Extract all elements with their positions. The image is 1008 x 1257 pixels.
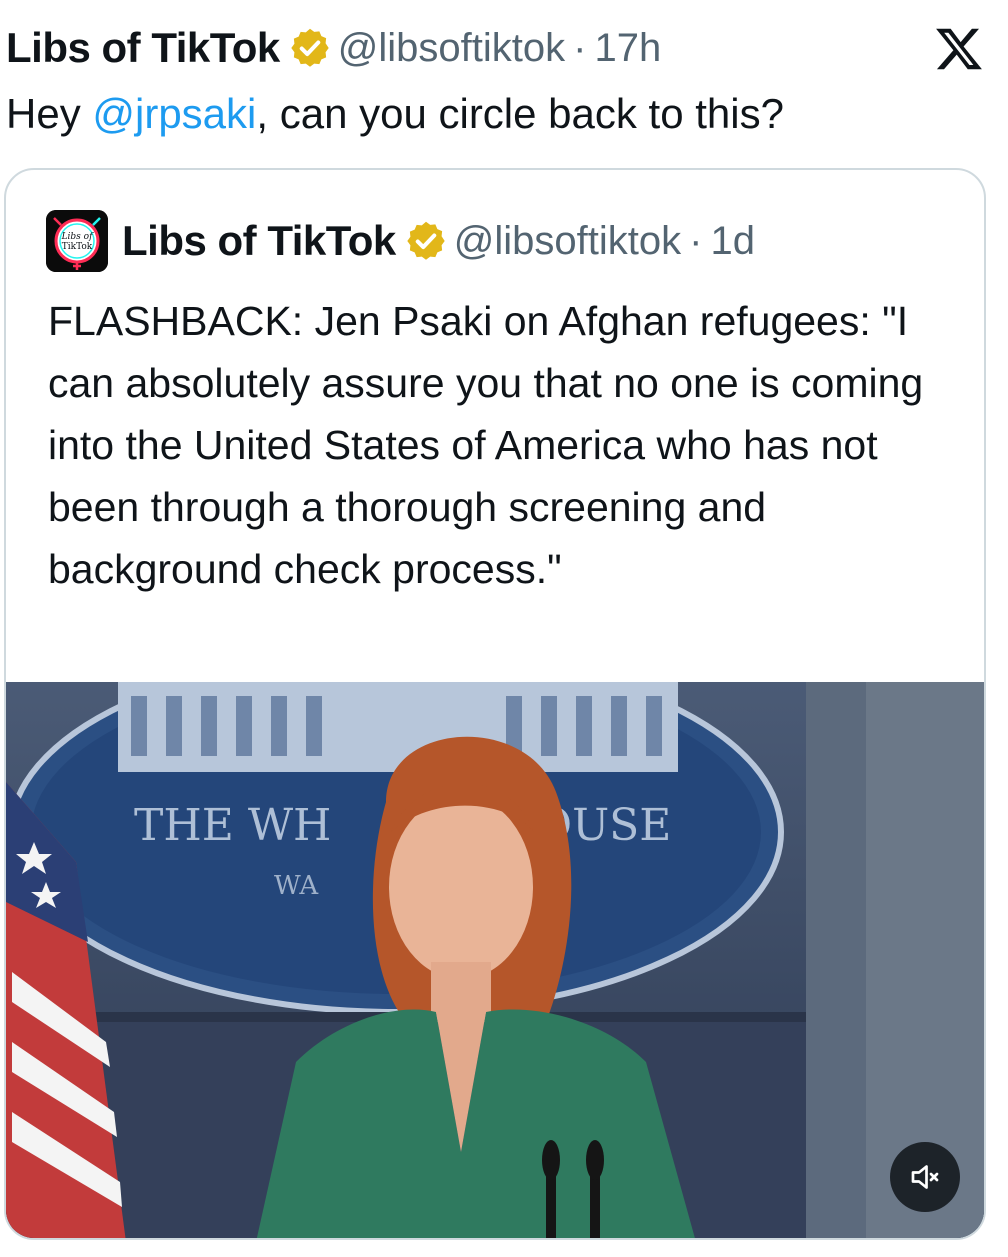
tweet-text-prefix: Hey: [6, 90, 93, 137]
tweet-text-suffix: , can you circle back to this?: [256, 90, 784, 137]
author-handle[interactable]: @libsoftiktok: [338, 26, 565, 71]
x-logo-icon[interactable]: [934, 24, 984, 74]
video-frame: THE WH OUSE WA: [6, 682, 984, 1238]
quoted-tweet-timestamp[interactable]: 1d: [710, 219, 755, 264]
mention-link[interactable]: @jrpsaki: [92, 90, 256, 137]
tweet-timestamp[interactable]: 17h: [594, 26, 661, 71]
meta-separator: ·: [689, 218, 703, 263]
meta-separator: ·: [573, 25, 587, 70]
quoted-tweet-card[interactable]: Libs of TikTok Libs of TikTok @libsoftik…: [4, 168, 986, 1240]
tweet-meta: @libsoftiktok · 17h: [338, 26, 661, 71]
quoted-tweet-header: Libs of TikTok Libs of TikTok @libsoftik…: [46, 210, 755, 272]
avatar-text-2: TikTok: [62, 242, 93, 252]
seal-text-1: THE WH: [134, 800, 331, 851]
avatar-logo-icon: Libs of TikTok: [46, 210, 108, 272]
quoted-author-name[interactable]: Libs of TikTok: [122, 217, 396, 265]
volume-muted-icon: [911, 1165, 939, 1189]
quoted-author-handle[interactable]: @libsoftiktok: [454, 219, 681, 264]
tweet-header: Libs of TikTok @libsoftiktok · 17h: [6, 20, 988, 76]
verified-badge-icon: [291, 28, 329, 67]
author-name[interactable]: Libs of TikTok: [6, 24, 280, 72]
mute-button[interactable]: [890, 1142, 960, 1212]
video-player[interactable]: THE WH OUSE WA: [6, 682, 984, 1238]
tweet-text: Hey @jrpsaki, can you circle back to thi…: [6, 88, 978, 140]
verified-badge-icon: [407, 221, 445, 260]
avatar[interactable]: Libs of TikTok: [46, 210, 108, 272]
tweet-screenshot: Libs of TikTok @libsoftiktok · 17h Hey @…: [0, 0, 1008, 1257]
quoted-tweet-text: FLASHBACK: Jen Psaki on Afghan refugees:…: [48, 298, 924, 592]
seal-text-3: WA: [274, 871, 319, 901]
avatar-text-1: Libs of: [61, 232, 95, 242]
quoted-tweet-meta: @libsoftiktok · 1d: [454, 219, 755, 264]
